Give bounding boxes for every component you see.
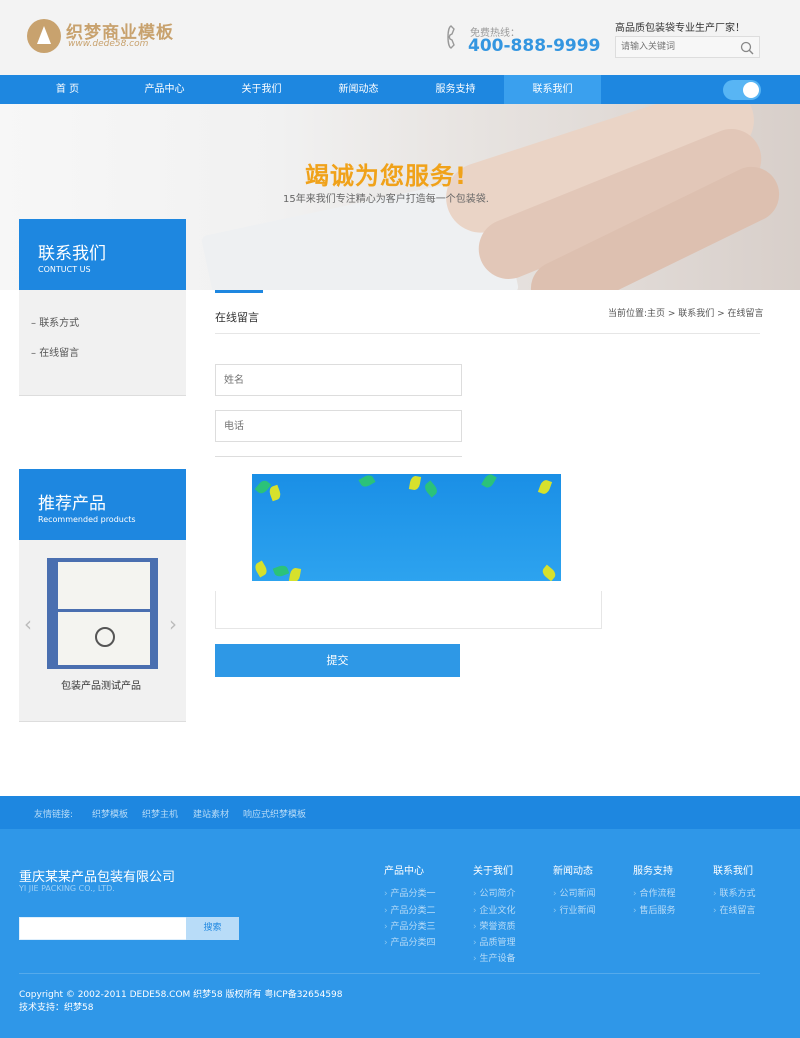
sidebar-menu: – 联系方式 – 在线留言 [19, 290, 186, 396]
tech-support: 技术支持：织梦58 [19, 1003, 94, 1013]
sidebar-subtitle: CONTUCT US [38, 265, 91, 274]
submit-button[interactable]: 提交 [215, 644, 460, 677]
footer-link[interactable]: 公司简介 [473, 886, 515, 899]
footer-link[interactable]: 公司新闻 [553, 886, 595, 899]
toggle-switch[interactable] [723, 80, 761, 100]
friend-link[interactable]: 织梦模板 [92, 807, 128, 820]
sidebar-item-label: 联系方式 [39, 318, 80, 329]
footer-col-title[interactable]: 联系我们 [713, 862, 753, 877]
product-bag-top [58, 562, 150, 609]
search-icon[interactable] [740, 41, 754, 55]
footer-col-title[interactable]: 产品中心 [384, 862, 424, 877]
footer-link[interactable]: 产品分类四 [384, 935, 435, 948]
footer-link[interactable]: 品质管理 [473, 935, 515, 948]
footer-link[interactable]: 产品分类二 [384, 903, 435, 916]
decorative-image [252, 474, 561, 581]
nav-home[interactable]: 首 页 [19, 75, 116, 104]
banner-subtitle: 15年来我们专注精心为客户打造每一个包装袋. [283, 194, 489, 205]
logo-icon[interactable] [27, 19, 61, 53]
product-name[interactable]: 包装产品测试产品 [61, 677, 141, 692]
product-bag-bottom [58, 612, 150, 665]
header-search [615, 36, 760, 58]
header-slogan: 高品质包装袋专业生产厂家！ [615, 23, 745, 34]
friend-links-label: 友情链接: [34, 810, 74, 820]
banner-title: 竭诚为您服务! [305, 162, 467, 190]
title-underline [215, 290, 263, 293]
friend-links-bar: 友情链接: 织梦模板 织梦主机 建站素材 响应式织梦模板 [0, 796, 800, 829]
sidebar-header: 联系我们 CONTUCT US [19, 219, 186, 290]
logo-url: www.dede58.com [68, 39, 149, 49]
product-logo-icon [95, 627, 115, 647]
recommend-header: 推荐产品 Recommended products [19, 469, 186, 540]
hotline-number: 400-888-9999 [468, 36, 601, 56]
divider [215, 456, 462, 457]
name-field-wrap [215, 364, 462, 396]
page-title: 在线留言 [215, 311, 259, 324]
sidebar-item-label: 在线留言 [39, 348, 80, 359]
footer-col-title[interactable]: 新闻动态 [553, 862, 593, 877]
nav-news[interactable]: 新闻动态 [310, 75, 407, 104]
message-textarea[interactable] [215, 591, 602, 629]
footer-link[interactable]: 产品分类三 [384, 919, 435, 932]
copyright: Copyright © 2002-2011 DEDE58.COM 织梦58 版权… [19, 990, 343, 1000]
recommend-title: 推荐产品 [38, 494, 106, 514]
phone-field-wrap [215, 410, 462, 442]
friend-link[interactable]: 织梦主机 [142, 807, 178, 820]
friend-link[interactable]: 建站素材 [193, 807, 229, 820]
footer-link[interactable]: 售后服务 [633, 903, 675, 916]
nav-service[interactable]: 服务支持 [407, 75, 504, 104]
company-name: 重庆某某产品包装有限公司 [19, 870, 176, 885]
footer-link[interactable]: 荣誉资质 [473, 919, 515, 932]
search-input[interactable] [616, 37, 736, 57]
phone-icon [447, 25, 455, 49]
sidebar-item-message[interactable]: – 在线留言 [31, 344, 79, 359]
recommend-subtitle: Recommended products [38, 515, 136, 524]
footer-link[interactable]: 在线留言 [713, 903, 755, 916]
nav-contact[interactable]: 联系我们 [504, 75, 601, 104]
footer-search-button[interactable]: 搜索 [186, 917, 239, 940]
footer-link[interactable]: 产品分类一 [384, 886, 435, 899]
company-name-en: YI JIE PACKING CO., LTD. [19, 884, 115, 893]
footer-col-title[interactable]: 服务支持 [633, 862, 673, 877]
nav-about[interactable]: 关于我们 [213, 75, 310, 104]
phone-field[interactable] [216, 411, 461, 441]
name-field[interactable] [216, 365, 461, 395]
nav-products[interactable]: 产品中心 [116, 75, 213, 104]
friend-link[interactable]: 响应式织梦模板 [243, 807, 306, 820]
footer-divider [19, 973, 760, 974]
sidebar-item-contact[interactable]: – 联系方式 [31, 314, 79, 329]
breadcrumb[interactable]: 当前位置:主页 > 联系我们 > 在线留言 [608, 306, 764, 319]
footer-link[interactable]: 企业文化 [473, 903, 515, 916]
footer-search-input[interactable] [19, 917, 187, 940]
sidebar-title: 联系我们 [38, 244, 106, 264]
divider [215, 333, 760, 334]
footer-col-title[interactable]: 关于我们 [473, 862, 513, 877]
footer-link[interactable]: 行业新闻 [553, 903, 595, 916]
footer-link[interactable]: 合作流程 [633, 886, 675, 899]
chevron-right-icon[interactable]: › [169, 612, 177, 636]
chevron-left-icon[interactable]: ‹ [24, 612, 32, 636]
footer-link[interactable]: 联系方式 [713, 886, 755, 899]
main-nav: 首 页 产品中心 关于我们 新闻动态 服务支持 联系我们 [0, 75, 800, 104]
footer-link[interactable]: 生产设备 [473, 951, 515, 964]
